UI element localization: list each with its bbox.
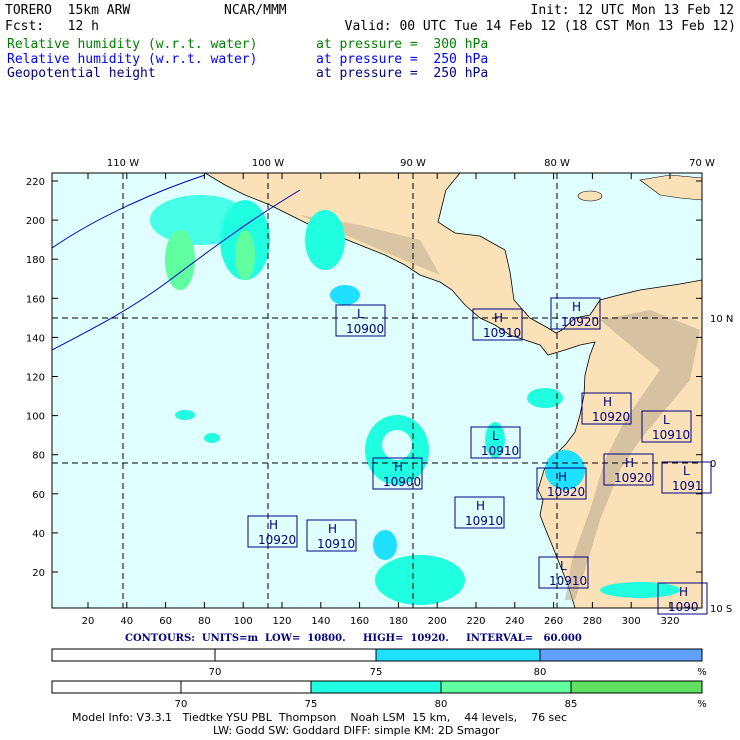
color-bar-label: 75 [370,667,383,678]
lon-label: 90 W [400,158,426,169]
map: L10900H10910H10920H10920 L10910L10910H109… [26,158,733,710]
color-bar-label: 85 [565,699,578,710]
y-tick-label: 120 [26,373,45,384]
color-bar-label: 70 [209,667,222,678]
center-value: 10900 [346,322,384,336]
color-bar-label: % [697,699,707,710]
land-jamaica [577,190,603,202]
x-tick-label: 220 [466,616,485,627]
color-bar-label: % [697,667,707,678]
lon-label: 110 W [107,158,139,169]
x-tick-label: 20 [82,616,95,627]
center-value: 10910 [483,326,521,340]
y-tick-label: 80 [32,451,45,462]
center-type: H [572,300,581,314]
color-bar-segment [539,648,703,662]
center-type: L [357,307,364,321]
center-type: H [603,395,612,409]
color-bar-segment [180,680,312,694]
y-tick-label: 200 [26,216,45,227]
center-type: H [494,311,503,325]
model-info-line-1: Model Info: V3.3.1 Tiedtke YSU PBL Thomp… [72,711,568,724]
center-value: 10920 [592,410,630,424]
lat-label: 0 [710,459,716,470]
center-type: H [269,518,278,532]
y-tick-label: 100 [26,412,45,423]
color-bar-segment [51,680,182,694]
color-bar-label: 80 [435,699,448,710]
lon-label: 70 W [689,158,715,169]
x-tick-label: 40 [120,616,133,627]
center-type: H [328,522,337,536]
center-value: 10920 [258,533,296,547]
center-type: H [679,585,688,599]
lat-label: 10 S [710,604,732,615]
center-value: 1091 [672,479,703,493]
lat-label: 10 N [710,314,733,325]
center-type: H [558,470,567,484]
x-tick-label: 60 [159,616,172,627]
color-bar-segment [310,680,442,694]
center-value: 10910 [465,514,503,528]
y-tick-label: 220 [26,177,45,188]
lon-label: 100 W [252,158,284,169]
center-value: 10910 [652,428,690,442]
x-tick-label: 80 [198,616,211,627]
x-tick-label: 300 [622,616,641,627]
x-tick-label: 140 [311,616,330,627]
y-tick-label: 20 [32,568,45,579]
center-value: 10920 [561,315,599,329]
rh-250-color-bar: 70 75 80% [51,648,707,678]
center-value: 10900 [383,475,421,489]
x-tick-label: 240 [505,616,524,627]
y-tick-label: 40 [32,529,45,540]
center-type: L [663,413,670,427]
y-tick-label: 160 [26,294,45,305]
y-tick-label: 180 [26,255,45,266]
center-type: L [560,559,567,573]
color-bar-segment [570,680,703,694]
center-value: 10920 [614,471,652,485]
x-tick-label: 160 [350,616,369,627]
center-type: L [683,464,690,478]
color-bar-label: 80 [534,667,547,678]
color-bar-label: 70 [175,699,188,710]
x-tick-label: 280 [583,616,602,627]
color-bar-segment [214,648,377,662]
center-type: H [476,499,485,513]
y-tick-label: 140 [26,333,45,344]
color-bar-segment [440,680,572,694]
x-tick-label: 180 [389,616,408,627]
center-value: 10910 [481,444,519,458]
color-bar-segment [51,648,216,662]
rh-300-color-bar: 70 75 80 85% [51,680,707,710]
x-tick-label: 260 [544,616,563,627]
center-type: H [625,456,634,470]
color-bar-label: 75 [305,699,318,710]
center-value: 10910 [317,537,355,551]
contour-info: CONTOURS: UNITS=m LOW= 10800. HIGH= 1092… [125,633,582,644]
center-value: 10920 [547,485,585,499]
center-value: 1090 [668,600,699,614]
center-type: H [394,460,403,474]
center-type: L [492,429,499,443]
x-tick-label: 120 [272,616,291,627]
x-tick-label: 100 [234,616,253,627]
x-tick-label: 200 [428,616,447,627]
y-tick-label: 60 [32,490,45,501]
center-value: 10910 [549,574,587,588]
color-bar-segment [375,648,541,662]
model-info-line-2: LW: Godd SW: Goddard DIFF: simple KM: 2D… [213,724,500,737]
x-tick-label: 320 [660,616,679,627]
lon-label: 80 W [544,158,570,169]
